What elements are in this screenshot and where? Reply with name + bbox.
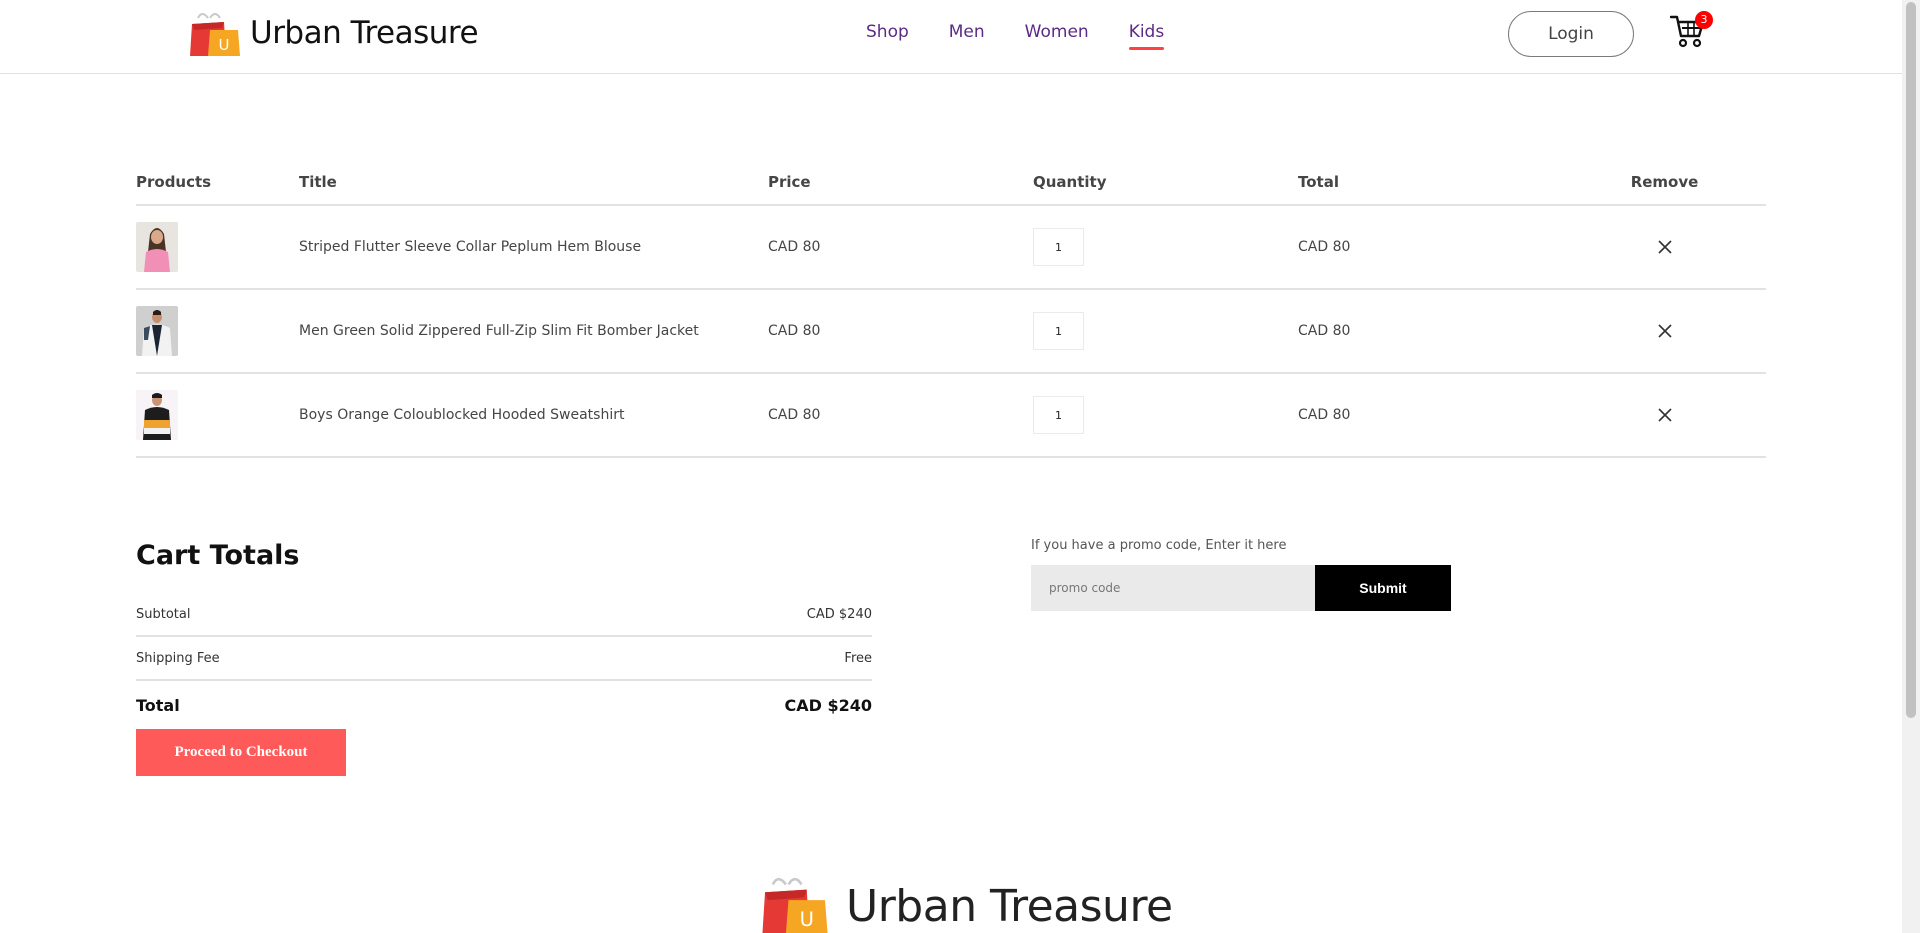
subtotal-value: CAD $240 — [806, 606, 872, 622]
shopping-bag-icon: U — [762, 874, 828, 933]
shopping-bag-icon: U — [190, 10, 240, 56]
scrollbar-thumb[interactable] — [1906, 2, 1916, 718]
cart-totals-title: Cart Totals — [136, 540, 300, 571]
table-row: Men Green Solid Zippered Full-Zip Slim F… — [136, 290, 1766, 374]
product-photo-boy-sweatshirt-icon — [136, 390, 178, 440]
promo-form: Submit — [1031, 565, 1451, 611]
shipping-label: Shipping Fee — [136, 650, 220, 666]
column-quantity: Quantity — [1033, 173, 1107, 191]
product-price: CAD 80 — [768, 407, 821, 423]
main-nav: Shop Men Women Kids — [866, 22, 1204, 50]
cart-count-badge: 3 — [1695, 11, 1713, 29]
footer-brand-logo[interactable]: U Urban Treasure — [762, 874, 1173, 933]
product-total: CAD 80 — [1298, 239, 1351, 255]
product-total: CAD 80 — [1298, 323, 1351, 339]
shipping-row: Shipping Fee Free — [136, 637, 872, 681]
product-thumbnail[interactable] — [136, 306, 178, 356]
table-header: Products Title Price Quantity Total Remo… — [136, 160, 1766, 206]
proceed-to-checkout-button[interactable]: Proceed to Checkout — [136, 729, 346, 776]
site-header: U Urban Treasure Shop Men Women Kids Log… — [0, 0, 1902, 74]
close-icon — [1657, 240, 1672, 254]
quantity-field[interactable]: 1 — [1033, 228, 1084, 266]
remove-button[interactable] — [1563, 240, 1766, 254]
subtotal-row: Subtotal CAD $240 — [136, 593, 872, 637]
column-remove: Remove — [1630, 173, 1699, 191]
promo-code-input[interactable] — [1031, 565, 1315, 611]
page-scrollbar[interactable] — [1902, 0, 1920, 933]
product-price: CAD 80 — [768, 323, 821, 339]
nav-women[interactable]: Women — [1025, 22, 1089, 42]
promo-section: If you have a promo code, Enter it here … — [1031, 538, 1451, 611]
cart-totals: Cart Totals Subtotal CAD $240 Shipping F… — [136, 540, 872, 776]
product-title: Striped Flutter Sleeve Collar Peplum Hem… — [299, 239, 642, 255]
remove-button[interactable] — [1563, 324, 1766, 338]
remove-button[interactable] — [1563, 408, 1766, 422]
nav-shop[interactable]: Shop — [866, 22, 909, 42]
column-title: Title — [299, 173, 337, 191]
shopping-cart-icon — [1669, 15, 1706, 52]
table-row: Striped Flutter Sleeve Collar Peplum Hem… — [136, 206, 1766, 290]
nav-kids[interactable]: Kids — [1128, 22, 1164, 50]
footer-brand-name: Urban Treasure — [846, 880, 1173, 932]
product-thumbnail[interactable] — [136, 390, 178, 440]
total-row: Total CAD $240 — [136, 681, 872, 729]
shipping-value: Free — [844, 650, 872, 666]
promo-label: If you have a promo code, Enter it here — [1031, 538, 1287, 553]
promo-submit-button[interactable]: Submit — [1315, 565, 1451, 611]
table-row: Boys Orange Coloublocked Hooded Sweatshi… — [136, 374, 1766, 458]
quantity-field[interactable]: 1 — [1033, 396, 1084, 434]
product-photo-woman-pink-blouse-icon — [136, 222, 178, 272]
column-products: Products — [136, 173, 212, 191]
product-photo-man-bomber-jacket-icon — [136, 306, 178, 356]
nav-men[interactable]: Men — [949, 22, 985, 42]
quantity-field[interactable]: 1 — [1033, 312, 1084, 350]
column-price: Price — [768, 173, 811, 191]
product-title: Men Green Solid Zippered Full-Zip Slim F… — [299, 323, 699, 339]
svg-text:U: U — [800, 908, 814, 931]
brand-logo[interactable]: U Urban Treasure — [190, 10, 479, 56]
close-icon — [1657, 324, 1672, 338]
close-icon — [1657, 408, 1672, 422]
cart-table: Products Title Price Quantity Total Remo… — [136, 160, 1766, 458]
total-value: CAD $240 — [784, 695, 872, 715]
total-label: Total — [136, 695, 180, 715]
login-button[interactable]: Login — [1508, 11, 1634, 57]
column-total: Total — [1298, 173, 1339, 191]
product-total: CAD 80 — [1298, 407, 1351, 423]
cart-button[interactable]: 3 — [1669, 11, 1713, 52]
subtotal-label: Subtotal — [136, 606, 191, 622]
brand-name: Urban Treasure — [250, 15, 479, 51]
svg-text:U: U — [219, 36, 230, 54]
product-title: Boys Orange Coloublocked Hooded Sweatshi… — [299, 407, 625, 423]
product-price: CAD 80 — [768, 239, 821, 255]
product-thumbnail[interactable] — [136, 222, 178, 272]
